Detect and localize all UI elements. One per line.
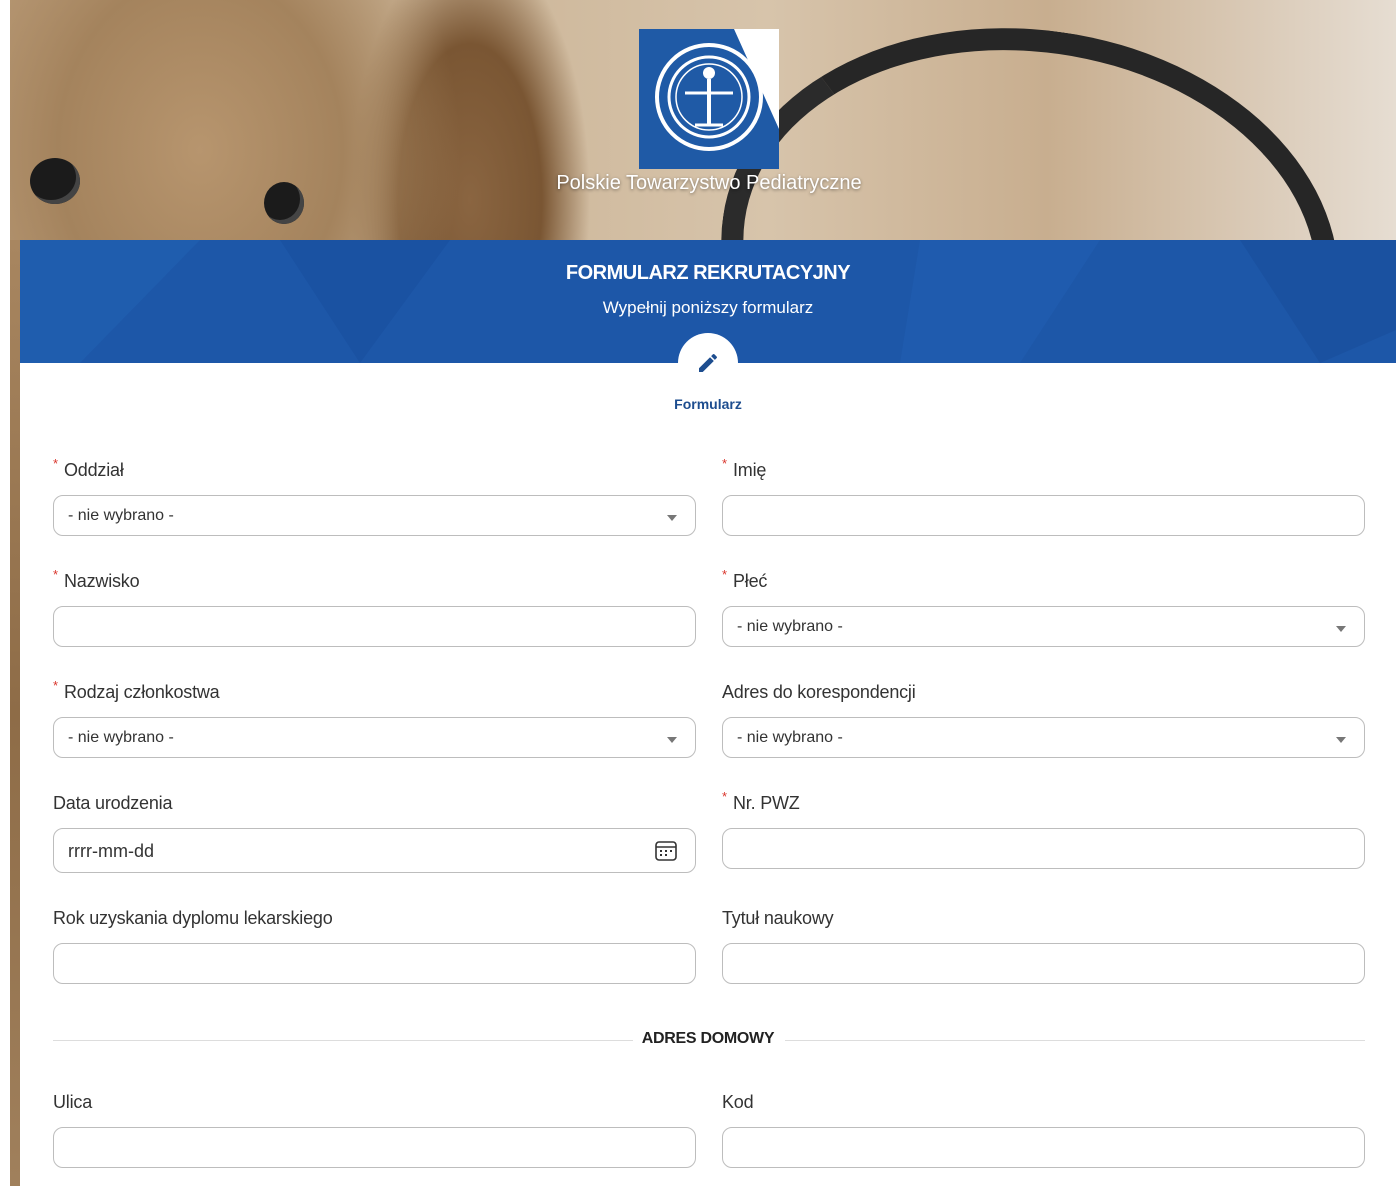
nazwisko-label: Nazwisko <box>64 571 140 591</box>
page-left-photo-edge <box>10 240 20 1186</box>
oddzial-label: Oddział <box>64 460 124 480</box>
organization-logo[interactable] <box>639 29 779 169</box>
chevron-down-icon <box>667 737 677 743</box>
calendar-icon[interactable] <box>655 841 677 861</box>
data-ur-label: Data urodzenia <box>53 793 173 813</box>
section-divider-right <box>785 1040 1365 1041</box>
form-card <box>20 363 1396 1186</box>
bear-eye-left <box>30 158 80 204</box>
pwz-input[interactable] <box>722 828 1365 869</box>
form-subtitle: Wypełnij poniższy formularz <box>602 298 814 317</box>
plec-select-value: - nie wybrano - <box>737 618 843 635</box>
adres-kor-select-value: - nie wybrano - <box>737 729 843 746</box>
logo-emblem-icon <box>639 29 779 169</box>
tytul-input[interactable] <box>722 943 1365 984</box>
adres-kor-select[interactable]: - nie wybrano - <box>722 717 1365 758</box>
nazwisko-input[interactable] <box>53 606 696 647</box>
pencil-icon <box>699 353 717 372</box>
rodzaj-select[interactable]: - nie wybrano - <box>53 717 696 758</box>
pwz-label: Nr. PWZ <box>733 793 800 813</box>
imie-label: Imię <box>733 460 767 480</box>
section-title-home-address: ADRES DOMOWY <box>641 1030 775 1047</box>
page-left-edge <box>0 0 10 1186</box>
organization-name: Polskie Towarzystwo Pediatryczne <box>556 172 862 194</box>
required-star: * <box>53 456 59 471</box>
plec-label: Płeć <box>733 571 768 591</box>
chevron-down-icon <box>667 515 677 521</box>
section-divider-left <box>53 1040 633 1041</box>
required-star: * <box>53 678 59 693</box>
chevron-down-icon <box>1336 626 1346 632</box>
chevron-down-icon <box>1336 737 1346 743</box>
adres-kor-label: Adres do korespondencji <box>722 682 916 702</box>
imie-input[interactable] <box>722 495 1365 536</box>
tytul-label: Tytuł naukowy <box>722 908 834 928</box>
data-ur-placeholder: rrrr-mm-dd <box>68 841 154 861</box>
required-star: * <box>722 456 728 471</box>
rok-dyplomu-input[interactable] <box>53 943 696 984</box>
oddzial-select[interactable]: - nie wybrano - <box>53 495 696 536</box>
kod-label: Kod <box>722 1092 754 1112</box>
step-label: Formularz <box>674 396 742 412</box>
rok-dyplomu-label: Rok uzyskania dyplomu lekarskiego <box>53 908 333 928</box>
required-star: * <box>722 567 728 582</box>
ulica-input[interactable] <box>53 1127 696 1168</box>
bear-eye-right <box>264 182 304 224</box>
required-star: * <box>722 789 728 804</box>
oddzial-select-value: - nie wybrano - <box>68 507 174 524</box>
kod-input[interactable] <box>722 1127 1365 1168</box>
required-star: * <box>53 567 59 582</box>
plec-select[interactable]: - nie wybrano - <box>722 606 1365 647</box>
data-ur-input[interactable]: rrrr-mm-dd <box>53 828 696 873</box>
form-title: FORMULARZ REKRUTACYJNY <box>565 262 851 284</box>
ulica-label: Ulica <box>53 1092 93 1112</box>
rodzaj-select-value: - nie wybrano - <box>68 729 174 746</box>
rodzaj-label: Rodzaj członkostwa <box>64 682 220 702</box>
